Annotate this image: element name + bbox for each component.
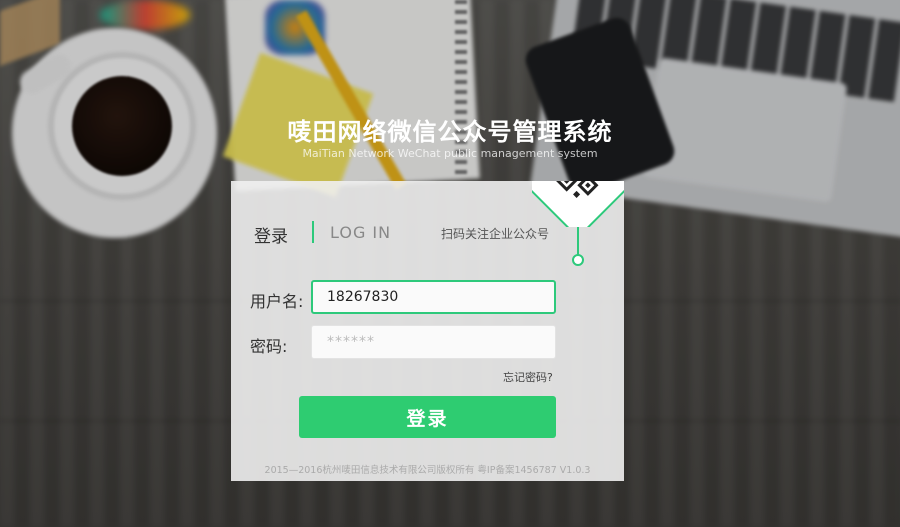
password-input[interactable] bbox=[311, 325, 556, 359]
copyright-footer: 2015—2016杭州唛田信息技术有限公司版权所有 粤IP备案1456787 V… bbox=[264, 465, 591, 476]
page-title: 唛田网络微信公众号管理系统 bbox=[287, 118, 613, 146]
login-button[interactable]: 登录 bbox=[299, 396, 556, 438]
qr-connector-line bbox=[577, 227, 579, 255]
tab-divider bbox=[312, 221, 314, 243]
qr-code-icon[interactable] bbox=[532, 181, 624, 227]
username-input[interactable] bbox=[311, 280, 556, 314]
forgot-password-link[interactable]: 忘记密码? bbox=[503, 369, 553, 385]
tab-login[interactable]: 登录 bbox=[254, 222, 288, 247]
qr-connector-dot bbox=[572, 254, 584, 266]
scan-qr-prompt[interactable]: 扫码关注企业公众号 bbox=[441, 225, 549, 242]
tab-login-en: LOG IN bbox=[330, 223, 392, 242]
username-label: 用户名: bbox=[250, 292, 304, 311]
password-label: 密码: bbox=[250, 337, 288, 356]
page-subtitle: MaiTian Network WeChat public management… bbox=[302, 147, 598, 160]
